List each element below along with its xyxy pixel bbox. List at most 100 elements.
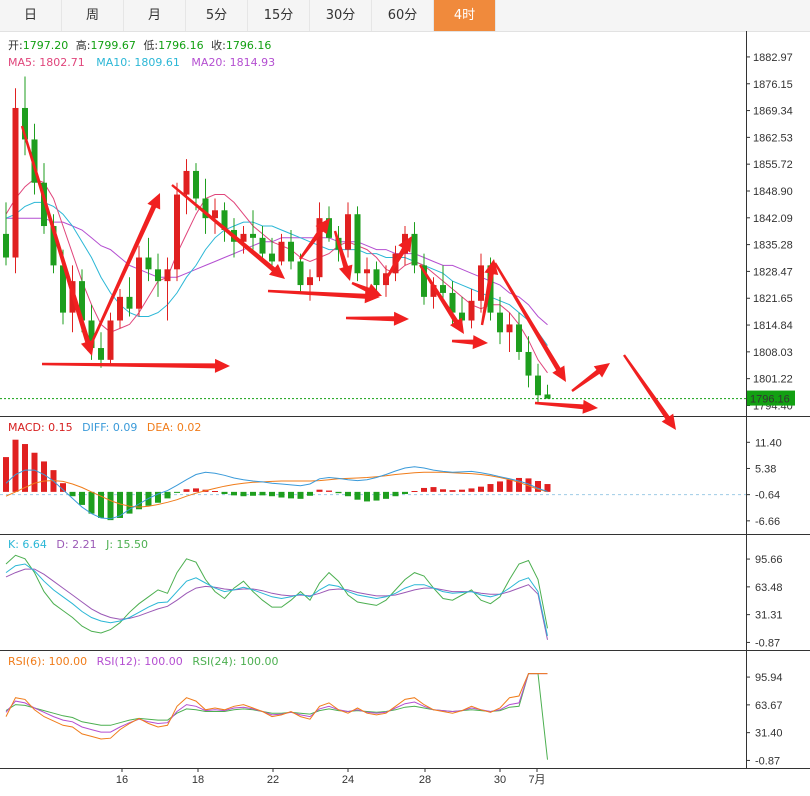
macd-bar (221, 491, 228, 495)
candle-body (155, 269, 161, 282)
k-line (5, 563, 548, 637)
rsi-legend: RSI(6): 100.00 RSI(12): 100.00 RSI(24): … (8, 655, 278, 668)
arrow-annotation (171, 184, 285, 279)
macd-bar (3, 457, 9, 492)
date-label: 16 (116, 774, 128, 786)
tab-7[interactable]: 4时 (434, 0, 496, 31)
candle-body (3, 233, 9, 258)
arrow-annotation (345, 311, 409, 326)
macd-bar (478, 486, 484, 492)
arrow-annotation (534, 399, 598, 414)
candle-body (373, 269, 380, 286)
j-value: J: 15.50 (105, 538, 148, 551)
price-tick-label: 1869.34 (753, 106, 793, 118)
rsi12-line (5, 673, 548, 733)
macd-bar (316, 489, 323, 492)
macd-bar (250, 491, 256, 496)
kdj-tick-label: 63.48 (755, 582, 783, 594)
tab-0[interactable]: 日 (0, 0, 62, 31)
tab-3[interactable]: 5分 (186, 0, 248, 31)
macd-bar (183, 489, 190, 492)
candle-body (297, 261, 304, 286)
date-label: 22 (267, 774, 279, 786)
tab-6[interactable]: 60分 (372, 0, 434, 31)
macd-bar (383, 491, 389, 499)
macd-bar (402, 491, 408, 495)
date-label: 24 (342, 774, 354, 786)
price-tick-label: 1876.15 (753, 79, 793, 91)
k-value: K: 6.64 (8, 538, 47, 551)
candle-body (98, 348, 104, 360)
dea-value: DEA: 0.02 (147, 421, 201, 434)
macd-bar (345, 491, 351, 497)
macd-bar (278, 491, 285, 498)
price-tick-label: 1862.53 (753, 132, 793, 144)
macd-bar (107, 491, 114, 521)
candle-body (544, 394, 551, 399)
candle-body (183, 170, 190, 195)
tab-2[interactable]: 月 (124, 0, 186, 31)
macd-bar (240, 491, 247, 497)
macd-bar (269, 491, 275, 497)
date-label: 30 (494, 774, 506, 786)
candle-body (440, 285, 446, 293)
macd-bar (335, 491, 342, 494)
arrow-annotation (418, 264, 464, 334)
macd-bar (373, 491, 380, 501)
kdj-tick-label: -0.87 (755, 637, 780, 649)
macd-bar (79, 491, 85, 505)
candle-body (164, 269, 171, 282)
rsi24-value: RSI(24): 100.00 (192, 655, 278, 668)
macd-bar (506, 479, 513, 492)
candle-body (126, 296, 133, 309)
date-label: 28 (419, 774, 431, 786)
ma10-legend: MA10: 1809.61 (96, 56, 180, 69)
ma-legend: MA5: 1802.71 MA10: 1809.61 MA20: 1814.93 (8, 56, 275, 69)
tab-1[interactable]: 周 (62, 0, 124, 31)
arrow-annotation (86, 193, 161, 352)
macd-bar (421, 487, 427, 492)
macd-bar (41, 461, 47, 492)
macd-bar (288, 491, 294, 499)
annotation-arrows (20, 125, 676, 430)
macd-bar (392, 491, 399, 497)
price-tick-label: 1882.97 (753, 52, 793, 64)
candle-body (506, 324, 513, 333)
candle-body (535, 375, 541, 396)
diff-line (5, 466, 548, 520)
candle-body (107, 320, 114, 360)
tab-5[interactable]: 30分 (310, 0, 372, 31)
candle-body (250, 233, 256, 238)
arrow-annotation (41, 358, 230, 373)
candle-body (136, 257, 142, 309)
macd-bar (430, 487, 437, 492)
macd-bar (364, 491, 370, 502)
candle-body (525, 351, 532, 376)
ma5-legend: MA5: 1802.71 (8, 56, 85, 69)
tab-4[interactable]: 15分 (248, 0, 310, 31)
rsi-tick-label: 63.67 (755, 700, 783, 712)
price-tick-label: 1848.90 (753, 186, 793, 198)
macd-bar (354, 491, 361, 500)
macd-bar (259, 491, 266, 496)
candle-body (468, 300, 475, 321)
macd-bar (212, 491, 218, 492)
date-label: 18 (192, 774, 204, 786)
rsi24-line (5, 673, 548, 760)
arrow-annotation (451, 335, 488, 350)
macd-bar (193, 488, 199, 492)
price-tick-label: 1828.47 (753, 266, 793, 278)
macd-bar (31, 452, 38, 492)
candle-body (193, 170, 199, 199)
macd-bar (440, 489, 446, 492)
candle-body (478, 265, 484, 301)
macd-legend: MACD: 0.15 DIFF: 0.09 DEA: 0.02 (8, 421, 201, 434)
rsi-tick-label: -0.87 (755, 755, 780, 767)
candle-body (364, 269, 370, 274)
macd-bar (164, 491, 171, 499)
macd-bar (22, 444, 28, 492)
rsi12-value: RSI(12): 100.00 (97, 655, 183, 668)
macd-bar (487, 484, 494, 492)
candle-body (259, 237, 266, 254)
arrow-annotation (267, 289, 380, 304)
